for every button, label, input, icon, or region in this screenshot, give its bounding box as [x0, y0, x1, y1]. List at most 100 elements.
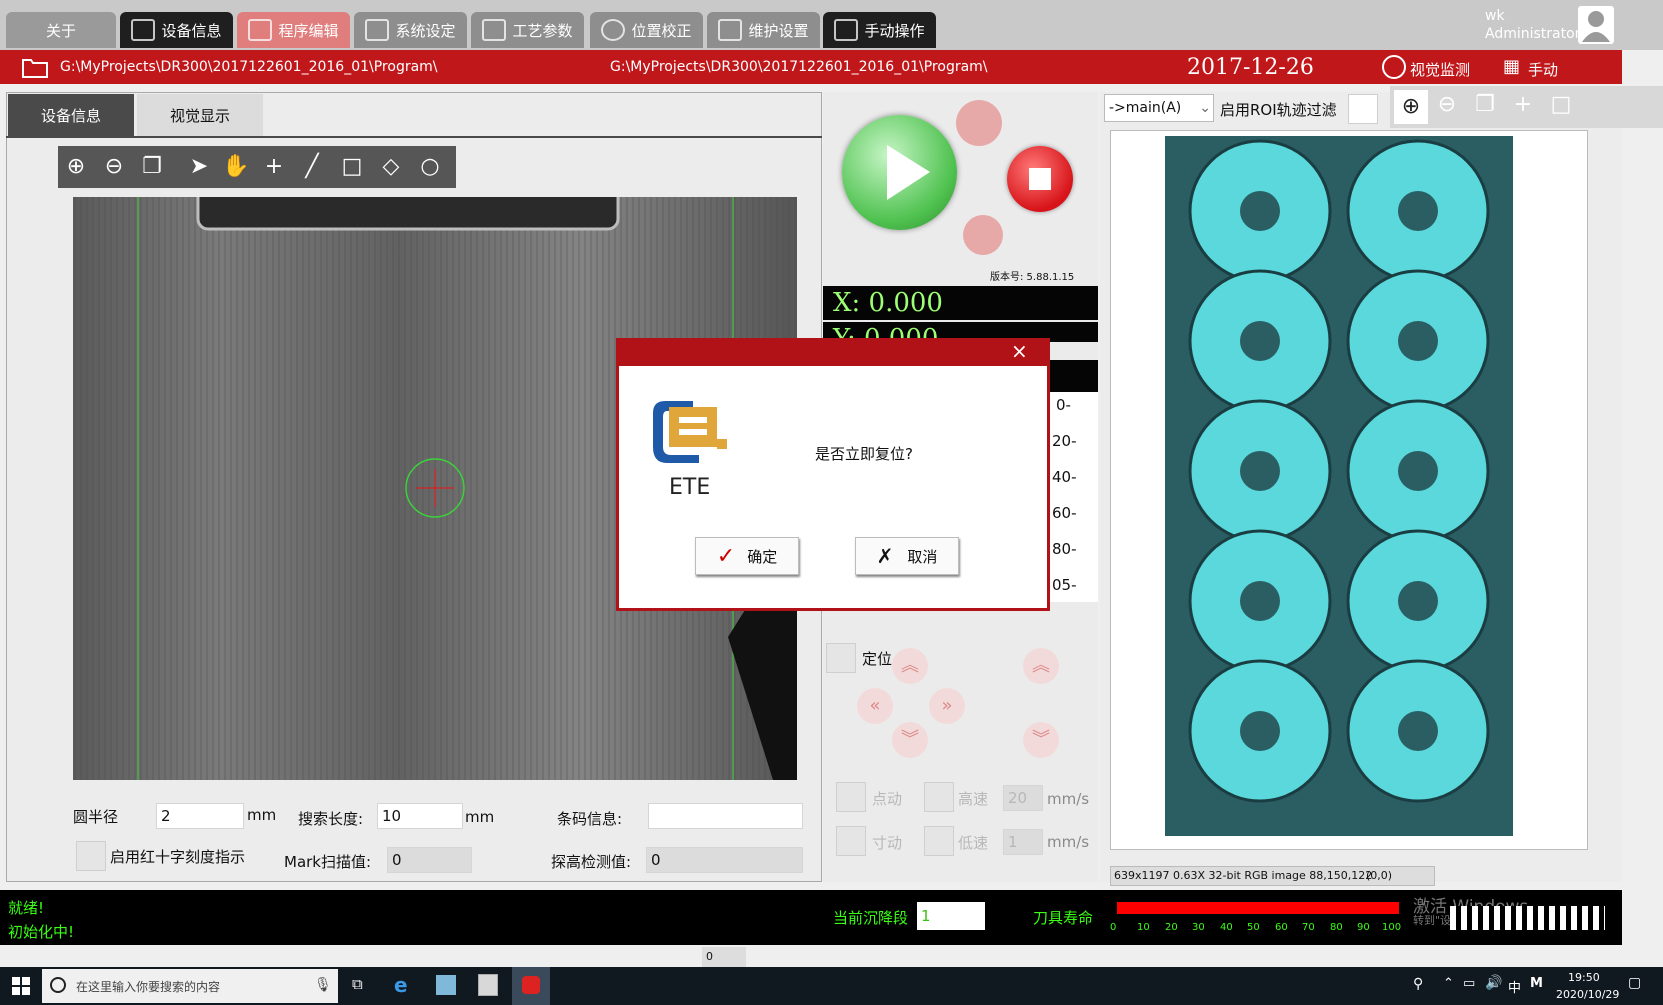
ete-logo: ETE: [649, 395, 729, 500]
line-tool-icon[interactable]: ╱: [297, 152, 327, 182]
pan-hand-icon[interactable]: ✋: [221, 152, 251, 182]
crosshair-label: 启用红十字刻度指示: [110, 848, 246, 866]
tab-process-params[interactable]: 工艺参数: [471, 12, 584, 48]
target-icon: [601, 19, 626, 41]
program-select[interactable]: ->main(A) ⌄: [1104, 94, 1214, 122]
z-down-button[interactable]: ︾: [1023, 722, 1059, 758]
edge-browser-icon[interactable]: e: [394, 973, 408, 997]
maintenance-icon: [718, 19, 743, 41]
task-view-icon[interactable]: ⧉: [352, 975, 363, 993]
x-coordinate: X: 0.000: [823, 286, 1098, 320]
zoom-in-icon[interactable]: ⊕: [1394, 90, 1428, 124]
low-speed-input[interactable]: 1: [1003, 829, 1043, 855]
reset-axes-button[interactable]: [956, 100, 1002, 146]
tab-position-calibration[interactable]: 位置校正: [590, 12, 703, 48]
checkmark-icon: ✓: [716, 543, 736, 569]
tool-life-label: 刀具寿命: [1033, 909, 1094, 927]
fit-window-icon[interactable]: ❐: [1470, 90, 1500, 120]
active-app-tile[interactable]: [512, 967, 550, 1005]
segment-input[interactable]: 1: [917, 902, 985, 930]
volume-icon[interactable]: 🔊: [1485, 975, 1502, 991]
height-detect-value: 0: [646, 847, 803, 873]
diamond-tool-icon[interactable]: ◇: [376, 152, 406, 182]
vision-monitor-button[interactable]: 视觉监测: [1410, 59, 1470, 80]
radius-input[interactable]: 2: [156, 803, 244, 829]
dialog-ok-button[interactable]: ✓ 确定: [695, 537, 799, 575]
tab-device-info[interactable]: 设备信息: [120, 12, 233, 48]
low-speed-checkbox[interactable]: [924, 826, 954, 856]
tab-maintenance[interactable]: 维护设置: [707, 12, 820, 48]
high-speed-input[interactable]: 20: [1003, 785, 1043, 811]
pcb-image: [1165, 136, 1513, 836]
ete-logo-icon: [653, 401, 727, 463]
roi-filter-checkbox[interactable]: [1348, 94, 1378, 124]
search-length-unit: mm: [465, 808, 495, 826]
folder-icon[interactable]: [22, 56, 48, 78]
dialog-cancel-button[interactable]: ✗ 取消: [855, 537, 959, 575]
tab-device-info-sub[interactable]: 设备信息: [8, 94, 134, 136]
jog-down-button[interactable]: ︾: [892, 722, 928, 758]
app-icon-notes[interactable]: [436, 975, 456, 995]
jog-left-button[interactable]: «: [857, 688, 893, 724]
microphone-icon[interactable]: 🎙: [314, 977, 332, 993]
program-path: G:\MyProjects\DR300\2017122601_2016_01\P…: [60, 59, 438, 75]
cortana-icon: [50, 977, 66, 993]
crosshair-icon[interactable]: +: [1508, 90, 1538, 120]
network-icon[interactable]: ▭: [1463, 976, 1475, 991]
jog-right-button[interactable]: »: [929, 688, 965, 724]
dialog-close-icon[interactable]: ×: [1011, 339, 1028, 363]
notifications-icon[interactable]: ▢: [1628, 975, 1641, 991]
windows-taskbar: 在这里输入你要搜索的内容 🎙 ⧉ e ⚲ ⌃ ▭ 🔊 中 M 19:50 202…: [0, 967, 1663, 1005]
zoom-out-icon[interactable]: ⊖: [1432, 90, 1462, 120]
grid-icon: ▦: [1503, 56, 1521, 77]
locate-checkbox[interactable]: [826, 643, 856, 673]
tab-manual-operation[interactable]: 手动操作: [823, 12, 936, 48]
taskbar-search-box[interactable]: 在这里输入你要搜索的内容 🎙: [42, 969, 338, 1003]
pointer-icon[interactable]: ➤: [184, 152, 214, 182]
zoom-out-icon[interactable]: ⊖: [99, 152, 129, 182]
windows-start-icon[interactable]: [12, 977, 30, 995]
jog-up-button[interactable]: ︽: [892, 648, 928, 684]
tab-vision-display[interactable]: 视觉显示: [137, 94, 263, 136]
circle-tool-icon[interactable]: ○: [415, 152, 445, 182]
barcode-input[interactable]: [648, 803, 803, 829]
people-icon[interactable]: ⚲: [1413, 976, 1423, 992]
ime-indicator[interactable]: 中: [1508, 977, 1521, 996]
jog-checkbox[interactable]: [836, 782, 866, 812]
ete-logo-text: ETE: [669, 475, 711, 500]
fit-window-icon[interactable]: ❐: [137, 152, 167, 182]
z-scale: 0- 20- 40- 60- 80- 05-: [1050, 392, 1098, 602]
taskbar-time: 19:50: [1568, 971, 1600, 984]
crosshair-icon[interactable]: +: [259, 152, 289, 182]
tray-chevron-icon[interactable]: ⌃: [1443, 976, 1454, 991]
high-speed-label: 高速: [958, 790, 989, 808]
start-button[interactable]: [842, 115, 957, 230]
rectangle-tool-icon[interactable]: □: [1546, 90, 1576, 120]
z-up-button[interactable]: ︽: [1023, 648, 1059, 684]
rectangle-tool-icon[interactable]: □: [337, 152, 367, 182]
taskbar-date: 2020/10/29: [1556, 988, 1620, 1001]
status-initializing: 初始化中!: [8, 923, 75, 941]
high-speed-unit: mm/s: [1047, 790, 1090, 808]
roi-filter-label: 启用ROI轨迹过滤: [1220, 101, 1337, 119]
tab-program-edit[interactable]: 程序编辑: [237, 12, 350, 48]
stop-button[interactable]: [1007, 146, 1073, 212]
ime-mode-icon[interactable]: M: [1530, 976, 1543, 991]
tab-underline: [6, 136, 822, 138]
zoom-in-icon[interactable]: ⊕: [61, 152, 91, 182]
manual-mode-button[interactable]: 手动: [1528, 59, 1558, 80]
crosshair-checkbox[interactable]: [76, 841, 106, 871]
high-speed-checkbox[interactable]: [924, 782, 954, 812]
image-info-bar: 639x1197 0.63X 32-bit RGB image 88,150,1…: [1110, 866, 1435, 886]
app-icon-document[interactable]: [478, 974, 498, 996]
search-length-input[interactable]: 10: [377, 803, 463, 829]
tab-system-settings[interactable]: 系统设定: [354, 12, 467, 48]
user-avatar-icon[interactable]: [1578, 6, 1614, 44]
inch-checkbox[interactable]: [836, 826, 866, 856]
spindle-button[interactable]: [963, 215, 1003, 255]
coordinate-strip: [1050, 360, 1098, 392]
tool-life-bar: [1117, 902, 1399, 914]
tab-about[interactable]: 关于: [6, 12, 116, 48]
locate-label: 定位: [862, 650, 893, 668]
radius-label: 圆半径: [73, 808, 119, 826]
